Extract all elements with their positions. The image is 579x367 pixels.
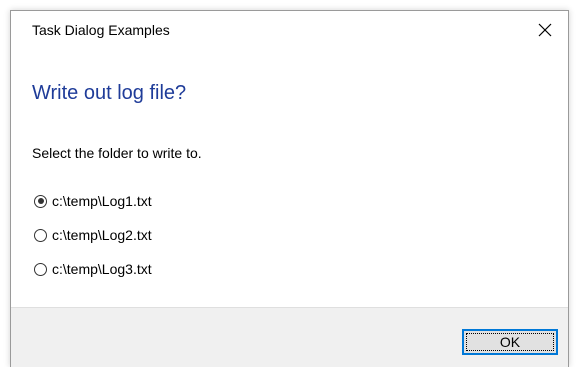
radio-selected-icon[interactable]	[34, 194, 47, 208]
dialog-footer: OK	[11, 307, 568, 367]
content-text: Select the folder to write to.	[32, 145, 202, 161]
radio-unselected-icon[interactable]	[34, 262, 47, 276]
title-bar: Task Dialog Examples	[11, 11, 568, 49]
radio-label[interactable]: c:\temp\Log1.txt	[52, 193, 152, 209]
dialog-content: Write out log file? Select the folder to…	[11, 49, 568, 307]
ok-button-label: OK	[499, 334, 521, 350]
radio-button-list: c:\temp\Log1.txt c:\temp\Log2.txt c:\tem…	[34, 184, 152, 286]
window-title: Task Dialog Examples	[32, 22, 170, 38]
radio-label[interactable]: c:\temp\Log3.txt	[52, 261, 152, 277]
radio-option-log2[interactable]: c:\temp\Log2.txt	[34, 218, 152, 252]
radio-unselected-icon[interactable]	[34, 228, 47, 242]
close-icon	[538, 23, 552, 37]
close-button[interactable]	[522, 11, 568, 49]
radio-option-log3[interactable]: c:\temp\Log3.txt	[34, 252, 152, 286]
radio-label[interactable]: c:\temp\Log2.txt	[52, 227, 152, 243]
radio-option-log1[interactable]: c:\temp\Log1.txt	[34, 184, 152, 218]
ok-button[interactable]: OK	[462, 329, 558, 355]
task-dialog-window: Task Dialog Examples Write out log file?…	[10, 10, 569, 367]
main-instruction: Write out log file?	[32, 82, 187, 104]
